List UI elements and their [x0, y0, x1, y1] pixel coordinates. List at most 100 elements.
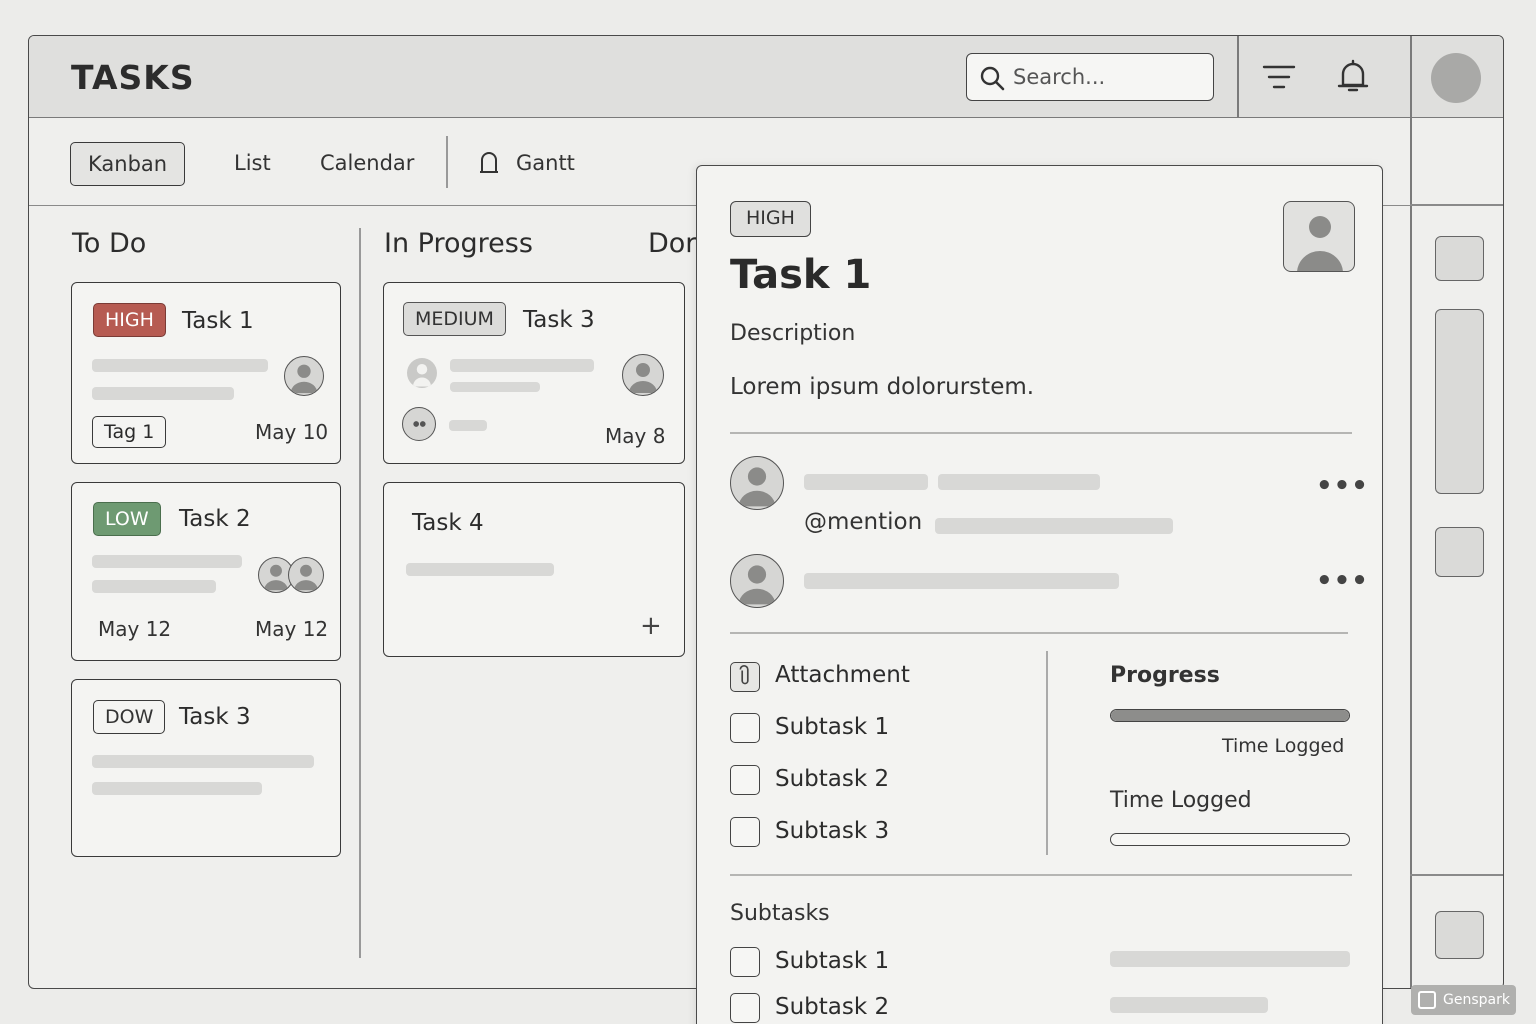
progress-label: Progress — [1110, 663, 1220, 688]
column-title-todo: To Do — [72, 228, 147, 259]
comment-icon — [402, 407, 436, 441]
add-subtask-button[interactable]: + — [640, 611, 662, 641]
text-placeholder — [406, 563, 554, 576]
text-placeholder — [935, 518, 1173, 534]
text-placeholder — [92, 387, 234, 400]
search-icon — [980, 66, 1005, 91]
subtask-checkbox[interactable] — [730, 993, 760, 1023]
text-placeholder — [804, 474, 928, 490]
rail-divider — [1410, 204, 1503, 206]
rail-divider — [1410, 874, 1503, 876]
text-placeholder — [1110, 951, 1350, 967]
card-title: Task 2 — [179, 506, 251, 532]
task-card[interactable]: Task 4 + — [383, 482, 685, 657]
task-card[interactable]: DOW Task 3 — [71, 679, 341, 857]
tab-gantt[interactable]: Gantt — [516, 142, 575, 186]
time-logged-label: Time Logged — [1110, 788, 1252, 813]
card-title: Task 3 — [179, 704, 251, 730]
subtasks-heading: Subtasks — [730, 901, 830, 926]
divider — [730, 874, 1352, 876]
bell-icon[interactable] — [1335, 58, 1371, 96]
sparkle-icon — [1418, 991, 1436, 1009]
text-placeholder — [450, 382, 540, 392]
text-placeholder — [92, 555, 242, 568]
task-card[interactable]: HIGH Task 1 Tag 1 May 10 — [71, 282, 341, 464]
attachment-label[interactable]: Attachment — [775, 662, 910, 688]
card-title: Task 4 — [412, 510, 484, 536]
assignee-avatar[interactable] — [1283, 201, 1355, 272]
filter-icon[interactable] — [1261, 60, 1297, 94]
right-rail-divider — [1410, 36, 1412, 988]
search-input[interactable] — [1013, 60, 1203, 94]
subtask-checkbox[interactable] — [730, 713, 760, 743]
progress-bar-fill — [1111, 710, 1349, 721]
assignee-avatar — [407, 358, 437, 388]
text-placeholder — [804, 573, 1119, 589]
subtask-checkbox[interactable] — [730, 765, 760, 795]
task-card[interactable]: MEDIUM Task 3 May 8 — [383, 282, 685, 464]
time-logged-caption: Time Logged — [1222, 735, 1345, 757]
subtask-label: Subtask 1 — [775, 714, 890, 740]
rail-button[interactable] — [1435, 911, 1484, 959]
task-card[interactable]: LOW Task 2 May 12 May 12 — [71, 482, 341, 661]
assignee-avatar — [622, 354, 664, 396]
subtask-checkbox[interactable] — [730, 817, 760, 847]
due-date: May 12 — [255, 617, 329, 641]
tab-calendar[interactable]: Calendar — [320, 142, 414, 186]
mention-text[interactable]: @mention — [804, 509, 922, 535]
comment-menu-icon[interactable]: ••• — [1316, 566, 1369, 596]
text-placeholder — [1110, 997, 1268, 1013]
column-title-done: Dor — [648, 228, 697, 259]
subtask-label: Subtask 2 — [775, 766, 890, 792]
text-placeholder — [450, 359, 594, 372]
gantt-icon — [480, 152, 498, 173]
top-header: TASKS — [29, 36, 1503, 118]
column-divider — [359, 228, 361, 958]
assignee-avatar — [288, 557, 324, 593]
tag-chip[interactable]: Tag 1 — [92, 416, 167, 448]
text-placeholder — [938, 474, 1100, 490]
tab-kanban[interactable]: Kanban — [70, 142, 186, 186]
commenter-avatar — [730, 456, 784, 510]
subtask-label: Subtask 1 — [775, 948, 890, 974]
tab-list[interactable]: List — [234, 142, 271, 186]
text-placeholder — [449, 420, 487, 431]
due-date: May 8 — [605, 424, 666, 448]
priority-badge: HIGH — [93, 303, 166, 337]
subtask-checkbox[interactable] — [730, 947, 760, 977]
task-title: Task 1 — [730, 252, 872, 298]
priority-badge: MEDIUM — [403, 302, 506, 336]
column-title-in-progress: In Progress — [384, 228, 533, 259]
time-logged-bar — [1110, 833, 1350, 846]
divider — [730, 632, 1348, 634]
priority-badge: LOW — [93, 502, 161, 536]
watermark-badge: Genspark — [1411, 985, 1516, 1015]
subtask-label: Subtask 3 — [775, 818, 890, 844]
priority-badge: HIGH — [730, 201, 811, 237]
tabs-divider — [446, 136, 448, 188]
app-title: TASKS — [71, 58, 195, 97]
rail-scrollbar[interactable] — [1435, 309, 1484, 494]
description-label: Description — [730, 321, 856, 346]
text-placeholder — [92, 782, 262, 795]
assignee-avatar — [284, 356, 324, 396]
card-title: Task 3 — [523, 307, 595, 333]
text-placeholder — [92, 359, 268, 372]
text-placeholder — [92, 755, 314, 768]
attachment-icon[interactable] — [730, 662, 760, 692]
text-placeholder — [92, 580, 216, 593]
rail-button[interactable] — [1435, 236, 1484, 281]
subtask-label: Subtask 2 — [775, 994, 890, 1020]
header-divider — [1237, 36, 1239, 118]
search-box[interactable] — [966, 53, 1214, 101]
user-avatar[interactable] — [1431, 53, 1481, 103]
task-detail-panel: HIGH Task 1 Description Lorem ipsum dolo… — [696, 165, 1383, 1024]
divider — [730, 432, 1352, 434]
description-text: Lorem ipsum dolorurstem. — [730, 374, 1035, 400]
watermark-text: Genspark — [1443, 992, 1510, 1008]
priority-badge: DOW — [93, 700, 166, 734]
due-date: May 10 — [255, 420, 329, 444]
comment-menu-icon[interactable]: ••• — [1316, 471, 1369, 501]
section-divider — [1046, 651, 1048, 855]
rail-button[interactable] — [1435, 527, 1484, 577]
